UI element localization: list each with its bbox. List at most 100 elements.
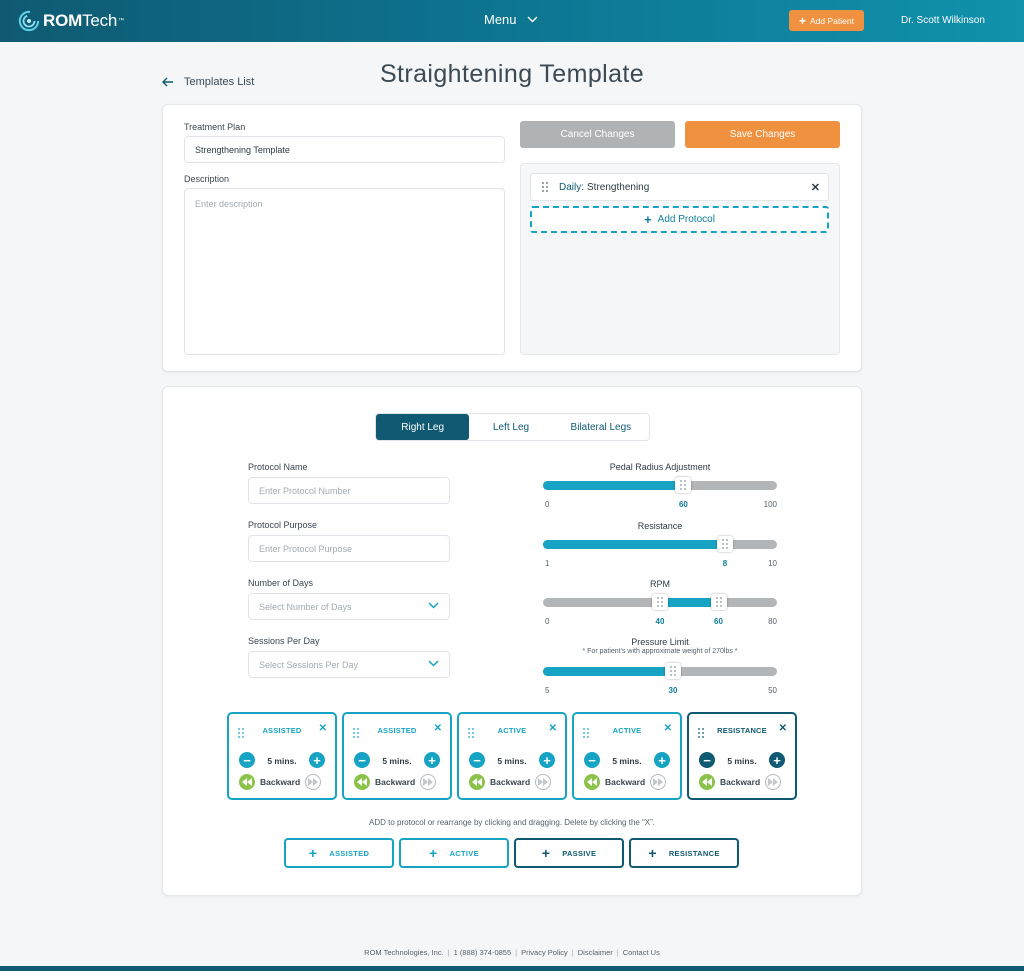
rpm-slider-fill bbox=[660, 598, 719, 607]
rewind-icon[interactable] bbox=[469, 774, 485, 790]
tab-bilateral-legs[interactable]: Bilateral Legs bbox=[553, 414, 649, 440]
instructions-text: ADD to protocol or rearrange by clicking… bbox=[369, 818, 655, 827]
drag-handle-icon bbox=[680, 480, 687, 490]
rewind-icon[interactable] bbox=[354, 774, 370, 790]
drag-handle-icon[interactable] bbox=[541, 182, 549, 192]
fast-forward-icon[interactable] bbox=[650, 774, 667, 790]
cancel-changes-button[interactable]: Cancel Changes bbox=[520, 121, 675, 148]
resistance-max-label: 10 bbox=[768, 559, 777, 568]
fast-forward-icon[interactable] bbox=[305, 774, 322, 790]
sessions-per-day-select[interactable]: Select Sessions Per Day bbox=[248, 651, 450, 678]
rpm-low-label: 40 bbox=[655, 617, 665, 626]
tab-left-leg[interactable]: Left Leg bbox=[469, 414, 552, 440]
card-direction: Backward bbox=[490, 777, 531, 787]
close-icon[interactable]: ✕ bbox=[811, 181, 820, 194]
tab-right-leg[interactable]: Right Leg bbox=[376, 414, 470, 440]
rpm-min-label: 0 bbox=[545, 617, 550, 626]
close-icon[interactable]: ✕ bbox=[664, 723, 672, 734]
pedal-max-label: 100 bbox=[763, 500, 777, 509]
footer-disclaimer-link[interactable]: Disclaimer bbox=[578, 948, 613, 957]
resistance-slider-fill bbox=[543, 540, 725, 549]
romtech-logo[interactable]: ROMTech ™ bbox=[18, 9, 124, 33]
plus-icon[interactable]: + bbox=[769, 752, 785, 768]
rewind-icon[interactable] bbox=[584, 774, 600, 790]
pedal-slider-thumb[interactable] bbox=[675, 477, 692, 493]
pressure-slider-note: * For patient's with approximate weight … bbox=[582, 648, 738, 655]
logo-text-rom: ROM bbox=[43, 11, 83, 30]
add-patient-button[interactable]: + Add Patient bbox=[789, 10, 864, 31]
close-icon[interactable]: ✕ bbox=[779, 723, 787, 734]
footer: ROM Technologies, Inc. | 1 (888) 374-0855 |… bbox=[0, 948, 1024, 957]
number-of-days-select[interactable]: Select Number of Days bbox=[248, 593, 450, 620]
drag-handle-icon bbox=[715, 597, 722, 607]
plus-icon: + bbox=[429, 845, 438, 861]
description-label: Description bbox=[184, 174, 230, 184]
close-icon[interactable]: ✕ bbox=[319, 723, 327, 734]
rpm-slider-low-thumb[interactable] bbox=[652, 594, 668, 610]
exercise-card[interactable]: ASSISTED ✕ −5 mins. + Backward bbox=[227, 712, 337, 800]
plus-icon: + bbox=[648, 845, 657, 861]
fast-forward-icon[interactable] bbox=[535, 774, 552, 790]
add-assisted-button[interactable]: + ASSISTED bbox=[284, 838, 394, 868]
plus-icon[interactable]: + bbox=[309, 752, 325, 768]
fast-forward-icon[interactable] bbox=[765, 774, 782, 790]
protocol-purpose-input[interactable]: Enter Protocol Purpose bbox=[248, 535, 450, 562]
footer-separator: | bbox=[447, 948, 450, 957]
plus-icon[interactable]: + bbox=[539, 752, 555, 768]
add-resistance-button[interactable]: + RESISTANCE bbox=[629, 838, 739, 868]
pedal-min-label: 0 bbox=[545, 500, 550, 509]
logo-text-tech: Tech bbox=[82, 11, 118, 30]
add-active-button[interactable]: + ACTIVE bbox=[399, 838, 509, 868]
rewind-icon[interactable] bbox=[239, 774, 255, 790]
plus-icon: + bbox=[308, 845, 318, 861]
add-passive-button[interactable]: + PASSIVE bbox=[514, 838, 624, 868]
protocol-item[interactable]: Daily: Strengthening ✕ bbox=[530, 173, 829, 201]
pressure-slider-fill bbox=[543, 667, 673, 676]
protocol-name: Strengthening bbox=[587, 181, 650, 193]
footer-privacy-link[interactable]: Privacy Policy bbox=[521, 948, 568, 957]
plus-icon: + bbox=[541, 845, 551, 861]
drag-handle-icon bbox=[657, 597, 663, 607]
add-button-label: ACTIVE bbox=[449, 848, 479, 858]
card-direction: Backward bbox=[605, 777, 646, 787]
exercise-card[interactable]: ASSISTED ✕ −5 mins. + Backward bbox=[342, 712, 452, 800]
rpm-high-label: 60 bbox=[714, 617, 723, 626]
menu-dropdown[interactable]: Menu bbox=[484, 12, 538, 27]
logo-trademark: ™ bbox=[118, 18, 125, 24]
rpm-max-label: 80 bbox=[768, 617, 777, 626]
pressure-slider-title: Pressure Limit bbox=[631, 637, 689, 647]
user-name[interactable]: Dr. Scott Wilkinson bbox=[901, 15, 985, 26]
footer-phone[interactable]: 1 (888) 374-0855 bbox=[454, 948, 512, 957]
treatment-plan-input[interactable]: Strengthening Template bbox=[184, 136, 505, 163]
close-icon[interactable]: ✕ bbox=[434, 723, 442, 734]
resistance-slider-title: Resistance bbox=[637, 521, 683, 531]
exercise-card[interactable]: RESISTANCE ✕ −5 mins. + Backward bbox=[687, 712, 797, 800]
pedal-value-label: 60 bbox=[678, 500, 688, 509]
pressure-slider-thumb[interactable] bbox=[665, 663, 681, 679]
description-textarea[interactable]: Enter description bbox=[184, 188, 505, 355]
footer-separator: | bbox=[571, 948, 574, 957]
rpm-slider-high-thumb[interactable] bbox=[710, 594, 727, 610]
fast-forward-icon[interactable] bbox=[420, 774, 437, 790]
exercise-card[interactable]: ACTIVE ✕ −5 mins. + Backward bbox=[572, 712, 682, 800]
leg-tabs: Right Leg Left Leg Bilateral Legs bbox=[375, 413, 650, 441]
treatment-plan-label: Treatment Plan bbox=[184, 122, 246, 132]
plus-icon[interactable]: + bbox=[424, 752, 440, 768]
footer-contact-link[interactable]: Contact Us bbox=[623, 948, 660, 957]
plus-icon[interactable]: + bbox=[654, 752, 670, 768]
add-button-label: RESISTANCE bbox=[668, 848, 720, 858]
add-protocol-button[interactable]: + Add Protocol bbox=[530, 206, 829, 233]
rewind-icon[interactable] bbox=[699, 774, 715, 790]
drag-handle-icon bbox=[670, 666, 676, 676]
save-changes-button[interactable]: Save Changes bbox=[685, 121, 840, 148]
resistance-min-label: 1 bbox=[545, 559, 550, 568]
add-button-label: ASSISTED bbox=[329, 848, 370, 858]
resistance-slider-thumb[interactable] bbox=[717, 536, 733, 552]
pressure-max-label: 50 bbox=[768, 686, 777, 695]
protocol-name-input[interactable]: Enter Protocol Number bbox=[248, 477, 450, 504]
footer-company: ROM Technologies, Inc. bbox=[364, 948, 444, 957]
exercise-card[interactable]: ACTIVE ✕ −5 mins. + Backward bbox=[457, 712, 567, 800]
add-patient-label: Add Patient bbox=[810, 15, 854, 26]
close-icon[interactable]: ✕ bbox=[549, 723, 557, 734]
pedal-slider-fill bbox=[543, 481, 684, 490]
